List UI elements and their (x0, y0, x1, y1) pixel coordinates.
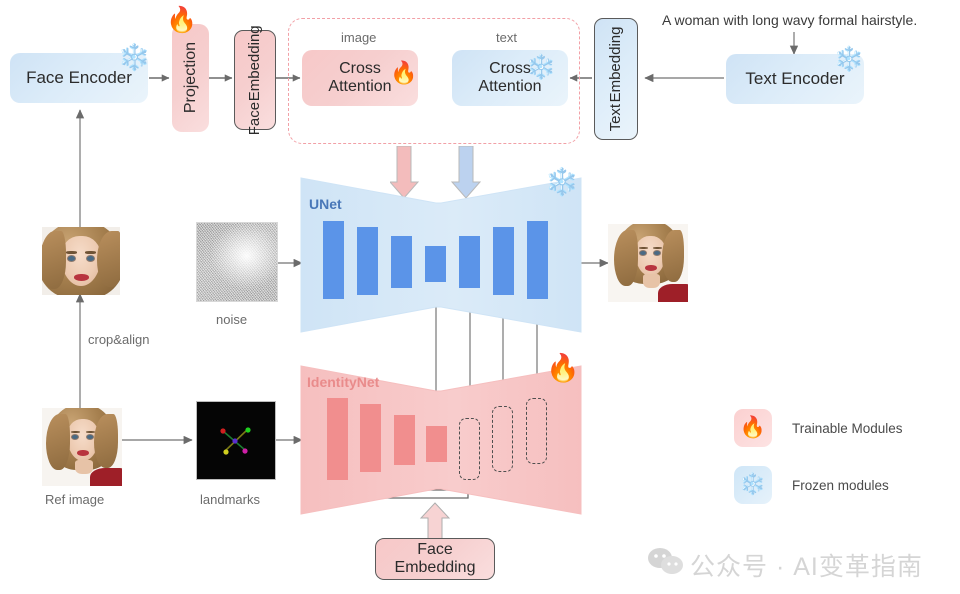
text-encoder-label: Text Encoder (745, 69, 845, 89)
snowflake-icon: ❄️ (545, 167, 579, 197)
unet-block-bar (391, 236, 412, 288)
face-embedding-top-line2: Embedding (245, 24, 263, 101)
snowflake-icon: ❄️ (526, 54, 556, 81)
face-embedding-bottom-box[interactable]: Face Embedding (375, 538, 495, 580)
projection-box[interactable]: Projection (172, 24, 209, 132)
legend-frozen-swatch: ❄️ (734, 466, 772, 504)
output-image (608, 224, 688, 302)
legend-frozen-label: Frozen modules (792, 478, 889, 493)
identitynet-dashed-block (526, 398, 547, 464)
fire-icon: 🔥 (166, 6, 198, 34)
identitynet-block-bar (360, 404, 381, 472)
fire-icon: 🔥 (739, 416, 767, 439)
crop-align-label: crop&align (88, 332, 150, 347)
text-embedding-line1: Text (606, 103, 624, 132)
face-embedding-bottom-line2: Embedding (394, 559, 476, 576)
landmarks-image (196, 401, 276, 480)
watermark-text: 公众号 · AI变革指南 (690, 553, 923, 581)
face-embedding-bottom-line1: Face (417, 541, 453, 559)
unet-block-bar (493, 227, 514, 295)
snowflake-icon: ❄️ (834, 46, 864, 73)
unet-block-bar (459, 236, 480, 288)
landmarks-points (220, 427, 251, 455)
face-encoder-label: Face Encoder (26, 68, 132, 88)
identitynet-label: IdentityNet (307, 374, 380, 390)
landmarks-label: landmarks (200, 492, 260, 507)
text-caption: text (496, 30, 517, 45)
legend-trainable-label: Trainable Modules (792, 421, 903, 436)
cropped-face-image (42, 227, 120, 295)
legend-trainable-swatch: 🔥 (734, 409, 772, 447)
snowflake-icon: ❄️ (739, 473, 767, 496)
ref-image-label: Ref image (45, 492, 105, 507)
fire-icon: 🔥 (546, 353, 580, 383)
image-cross-attention-line1: Cross (339, 59, 381, 77)
identitynet-block-bar (327, 398, 348, 480)
face-embedding-top-line1: Face (245, 101, 263, 136)
unet-block-bar (323, 221, 344, 299)
image-caption: image (341, 30, 377, 45)
image-cross-attention-line2: Attention (328, 78, 392, 95)
identitynet-dashed-block (492, 406, 513, 472)
identitynet-block-bar (394, 415, 415, 465)
fire-icon: 🔥 (390, 60, 418, 85)
text-embedding-box[interactable]: Text Embedding (594, 18, 638, 140)
text-embedding-line2: Embedding (606, 26, 624, 103)
projection-label: Projection (181, 42, 199, 114)
prompt-text: A woman with long wavy formal hairstyle. (662, 12, 918, 28)
snowflake-icon: ❄️ (118, 42, 151, 72)
identitynet-dashed-block (459, 418, 480, 480)
ref-image (42, 408, 122, 486)
unet-block-bar (357, 227, 378, 295)
unet-label: UNet (309, 196, 342, 212)
noise-label: noise (216, 312, 248, 327)
unet-block-bar (527, 221, 548, 299)
face-embedding-top-box[interactable]: Face Embedding (234, 25, 276, 135)
noise-image (196, 222, 278, 302)
unet-block-bar (425, 246, 446, 282)
identitynet-block-bar (426, 426, 447, 462)
wechat-icon (648, 548, 683, 574)
diagram-canvas: Face Encoder ❄️ Projection 🔥 Face Embedd… (0, 0, 960, 594)
